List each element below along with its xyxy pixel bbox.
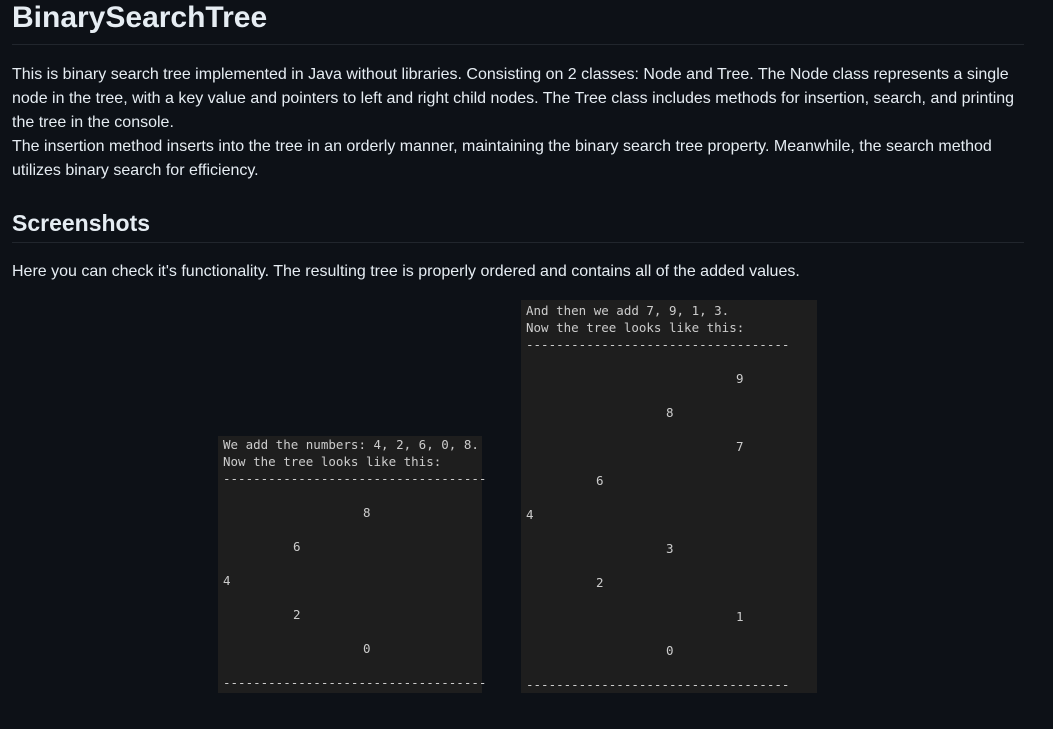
tree-node: 8 [666, 405, 674, 420]
tree-node: 3 [666, 541, 674, 556]
tree-node: 9 [736, 371, 744, 386]
title-divider [12, 44, 1024, 45]
tree-node: 2 [596, 575, 604, 590]
console-1-line-1: We add the numbers: 4, 2, 6, 0, 8. [223, 437, 479, 452]
description-paragraph-2: The insertion method inserts into the tr… [12, 138, 992, 179]
console-1-divider-top: ----------------------------------- [223, 471, 487, 486]
console-2-line-2: Now the tree looks like this: [526, 320, 745, 335]
tree-node: 6 [596, 473, 604, 488]
tree-node: 8 [363, 505, 371, 520]
console-screenshot-2: And then we add 7, 9, 1, 3. Now the tree… [521, 300, 817, 693]
tree-node: 0 [666, 643, 674, 658]
screenshots-divider [12, 242, 1024, 243]
description: This is binary search tree implemented i… [12, 63, 1024, 183]
tree-node: 7 [736, 439, 744, 454]
console-1-line-2: Now the tree looks like this: [223, 454, 442, 469]
console-2-line-1: And then we add 7, 9, 1, 3. [526, 303, 730, 318]
screenshots-heading: Screenshots [12, 210, 151, 236]
screenshots-intro: Here you can check it's functionality. T… [12, 263, 800, 280]
page-title: BinarySearchTree [12, 1, 268, 34]
tree-node: 4 [223, 573, 231, 588]
console-2-divider-top: ----------------------------------- [526, 337, 790, 352]
console-screenshot-1: We add the numbers: 4, 2, 6, 0, 8. Now t… [218, 436, 486, 693]
tree-node: 2 [293, 607, 301, 622]
description-paragraph-1: This is binary search tree implemented i… [12, 66, 1015, 131]
tree-node: 0 [363, 641, 371, 656]
console-1-divider-bottom: ----------------------------------- [223, 675, 487, 690]
tree-node: 4 [526, 507, 534, 522]
console-2-divider-bottom: ----------------------------------- [526, 677, 790, 692]
tree-node: 1 [736, 609, 744, 624]
tree-node: 6 [293, 539, 301, 554]
